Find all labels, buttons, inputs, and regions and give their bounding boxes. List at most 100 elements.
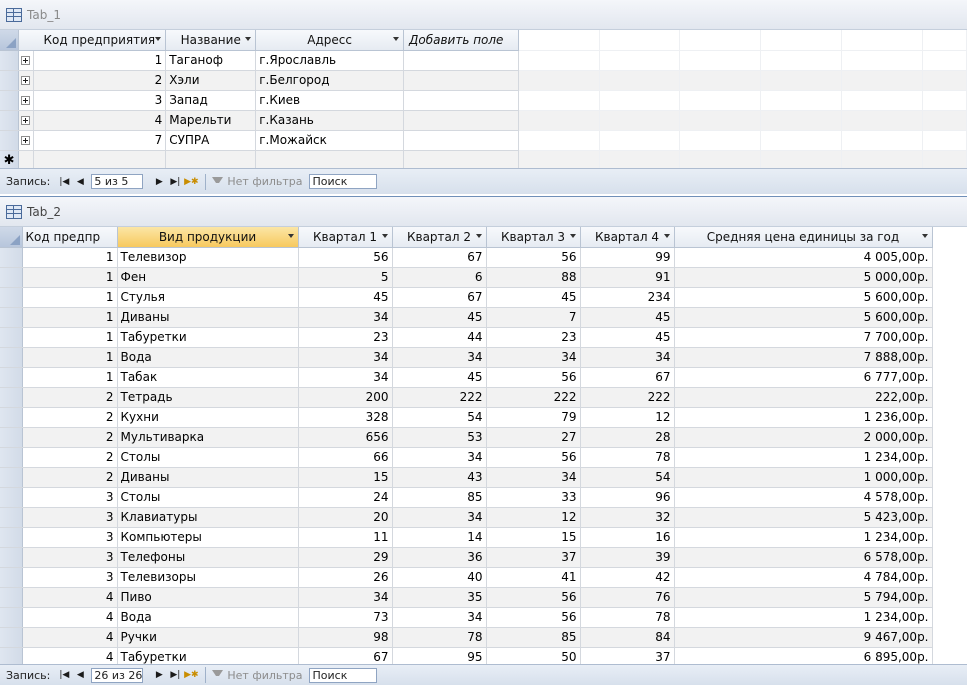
table-row[interactable]: 1 Телевизор 56 67 56 99 4 005,00р. bbox=[0, 247, 967, 268]
cell-q3[interactable]: 12 bbox=[486, 507, 581, 528]
table-row[interactable]: 4 Марельти г.Казань bbox=[0, 110, 967, 131]
cell-q4[interactable]: 99 bbox=[580, 247, 675, 268]
cell-q4[interactable]: 34 bbox=[580, 347, 675, 368]
cell-q1[interactable]: 66 bbox=[298, 447, 393, 468]
cell-kod[interactable]: 1 bbox=[22, 367, 118, 388]
row-selector[interactable] bbox=[0, 547, 23, 568]
cell-avg-price[interactable]: 5 600,00р. bbox=[674, 287, 933, 308]
col-header-avg-price[interactable]: Средняя цена единицы за год bbox=[674, 227, 933, 248]
filter-button[interactable]: Нет фильтра bbox=[212, 669, 303, 682]
cell-q2[interactable]: 45 bbox=[392, 367, 487, 388]
cell-q3[interactable]: 34 bbox=[486, 467, 581, 488]
chevron-down-icon[interactable] bbox=[155, 37, 162, 41]
expand-cell[interactable] bbox=[18, 50, 34, 71]
cell-q1[interactable]: 98 bbox=[298, 627, 393, 648]
cell-avg-price[interactable]: 6 777,00р. bbox=[674, 367, 933, 388]
cell-q2[interactable]: 67 bbox=[392, 287, 487, 308]
cell-q3[interactable]: 85 bbox=[486, 627, 581, 648]
expand-cell[interactable] bbox=[18, 130, 34, 151]
cell-q3[interactable]: 56 bbox=[486, 607, 581, 628]
cell-kod[interactable]: 3 bbox=[22, 527, 118, 548]
cell-q3[interactable]: 23 bbox=[486, 327, 581, 348]
cell-address[interactable]: г.Казань bbox=[255, 110, 404, 131]
cell-avg-price[interactable]: 5 000,00р. bbox=[674, 267, 933, 288]
cell-q1[interactable]: 34 bbox=[298, 367, 393, 388]
select-all-corner[interactable] bbox=[0, 30, 20, 51]
cell-kod[interactable]: 3 bbox=[22, 567, 118, 588]
cell-q3[interactable]: 45 bbox=[486, 287, 581, 308]
cell-product[interactable]: Табак bbox=[117, 367, 299, 388]
row-selector[interactable] bbox=[0, 467, 23, 488]
row-selector[interactable] bbox=[0, 427, 23, 448]
cell-avg-price[interactable]: 5 794,00р. bbox=[674, 587, 933, 608]
row-selector[interactable] bbox=[0, 347, 23, 368]
row-selector[interactable] bbox=[0, 567, 23, 588]
cell-q2[interactable]: 40 bbox=[392, 567, 487, 588]
row-selector[interactable] bbox=[0, 287, 23, 308]
previous-record-icon[interactable]: ◀ bbox=[73, 668, 87, 682]
cell-product[interactable]: Компьютеры bbox=[117, 527, 299, 548]
new-record-cell[interactable] bbox=[33, 150, 167, 171]
cell-q3[interactable]: 34 bbox=[486, 347, 581, 368]
cell-avg-price[interactable]: 1 236,00р. bbox=[674, 407, 933, 428]
new-record-cell[interactable] bbox=[255, 150, 404, 171]
cell-q2[interactable]: 44 bbox=[392, 327, 487, 348]
search-input[interactable]: Поиск bbox=[308, 667, 377, 683]
table-row[interactable]: 2 Столы 66 34 56 78 1 234,00р. bbox=[0, 447, 967, 468]
cell-q4[interactable]: 91 bbox=[580, 267, 675, 288]
cell-name[interactable]: Запад bbox=[165, 90, 257, 111]
cell-q1[interactable]: 656 bbox=[298, 427, 393, 448]
row-selector[interactable] bbox=[0, 527, 23, 548]
cell-kod[interactable]: 1 bbox=[33, 50, 167, 71]
previous-record-icon[interactable]: ◀ bbox=[73, 175, 87, 189]
tab1-titlebar[interactable]: Tab_1 bbox=[0, 0, 967, 30]
table-row[interactable]: 1 Фен 5 6 88 91 5 000,00р. bbox=[0, 267, 967, 288]
col-header-kod[interactable]: Код предпр bbox=[22, 227, 118, 248]
expand-plus-icon[interactable] bbox=[21, 136, 31, 145]
row-selector[interactable] bbox=[0, 627, 23, 648]
cell-q4[interactable]: 32 bbox=[580, 507, 675, 528]
next-record-icon[interactable]: ▶ bbox=[152, 668, 166, 682]
table-row[interactable]: 2 Мультиварка 656 53 27 28 2 000,00р. bbox=[0, 427, 967, 448]
cell-address[interactable]: г.Можайск bbox=[255, 130, 404, 151]
cell-q3[interactable]: 15 bbox=[486, 527, 581, 548]
cell-product[interactable]: Пиво bbox=[117, 587, 299, 608]
cell-add-field[interactable] bbox=[403, 130, 519, 151]
cell-product[interactable]: Табуретки bbox=[117, 327, 299, 348]
cell-q2[interactable]: 35 bbox=[392, 587, 487, 608]
cell-q2[interactable]: 45 bbox=[392, 307, 487, 328]
table-row[interactable]: 4 Ручки 98 78 85 84 9 467,00р. bbox=[0, 627, 967, 648]
current-record-input[interactable]: 26 из 26 bbox=[91, 667, 144, 683]
cell-name[interactable]: Марельти bbox=[165, 110, 257, 131]
cell-q4[interactable]: 67 bbox=[580, 367, 675, 388]
select-all-corner[interactable] bbox=[0, 227, 23, 248]
cell-product[interactable]: Телевизоры bbox=[117, 567, 299, 588]
cell-q4[interactable]: 76 bbox=[580, 587, 675, 608]
cell-add-field[interactable] bbox=[403, 110, 519, 131]
new-record-icon[interactable]: ▶✱ bbox=[184, 668, 198, 682]
cell-product[interactable]: Тетрадь bbox=[117, 387, 299, 408]
cell-q4[interactable]: 39 bbox=[580, 547, 675, 568]
cell-address[interactable]: г.Белгород bbox=[255, 70, 404, 91]
cell-q3[interactable]: 56 bbox=[486, 587, 581, 608]
cell-avg-price[interactable]: 222,00р. bbox=[674, 387, 933, 408]
cell-kod[interactable]: 1 bbox=[22, 287, 118, 308]
chevron-down-icon[interactable] bbox=[381, 234, 388, 238]
cell-q1[interactable]: 200 bbox=[298, 387, 393, 408]
table-row[interactable]: 2 Диваны 15 43 34 54 1 000,00р. bbox=[0, 467, 967, 488]
cell-q2[interactable]: 222 bbox=[392, 387, 487, 408]
cell-q3[interactable]: 56 bbox=[486, 367, 581, 388]
cell-kod[interactable]: 1 bbox=[22, 327, 118, 348]
cell-avg-price[interactable]: 1 000,00р. bbox=[674, 467, 933, 488]
cell-kod[interactable]: 4 bbox=[22, 607, 118, 628]
table-row[interactable]: 3 Клавиатуры 20 34 12 32 5 423,00р. bbox=[0, 507, 967, 528]
cell-q2[interactable]: 78 bbox=[392, 627, 487, 648]
chevron-down-icon[interactable] bbox=[569, 234, 576, 238]
cell-kod[interactable]: 7 bbox=[33, 130, 167, 151]
cell-q2[interactable]: 36 bbox=[392, 547, 487, 568]
row-selector[interactable] bbox=[0, 110, 20, 131]
cell-product[interactable]: Ручки bbox=[117, 627, 299, 648]
cell-product[interactable]: Телефоны bbox=[117, 547, 299, 568]
cell-kod[interactable]: 2 bbox=[33, 70, 167, 91]
new-record-cell[interactable] bbox=[165, 150, 257, 171]
